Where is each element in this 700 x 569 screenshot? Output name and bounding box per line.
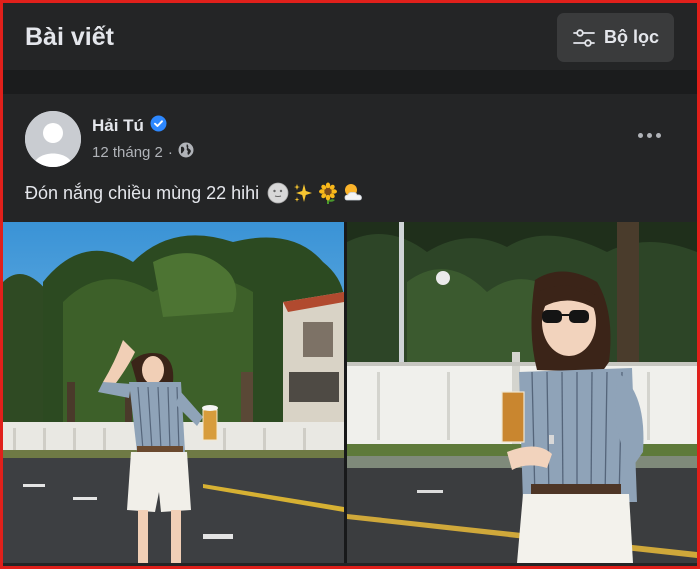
verified-badge-icon xyxy=(150,115,167,137)
more-horizontal-icon xyxy=(637,132,643,138)
page-title: Bài viết xyxy=(25,23,114,51)
post-author: Hải Tú xyxy=(92,115,167,137)
filter-label: Bộ lọc xyxy=(604,27,660,47)
photo-street-waving[interactable] xyxy=(3,222,344,563)
post-date[interactable]: 12 tháng 2 xyxy=(92,144,163,161)
globe-icon xyxy=(178,142,194,162)
photo-street-sunglasses[interactable] xyxy=(347,222,697,563)
post-caption: Đón nắng chiều mùng 22 hihi xyxy=(25,182,364,204)
moon-face-icon xyxy=(267,182,289,204)
more-options-button[interactable] xyxy=(631,120,667,150)
sparkles-icon xyxy=(292,182,314,204)
author-name[interactable]: Hải Tú xyxy=(92,116,144,136)
sun-behind-cloud-icon xyxy=(342,182,364,204)
post-photos xyxy=(3,222,697,563)
filter-button[interactable]: Bộ lọc xyxy=(557,13,674,62)
posts-header: Bài viết Bộ lọc xyxy=(3,3,697,70)
section-divider xyxy=(3,70,697,94)
meta-separator: · xyxy=(167,143,173,161)
caption-text: Đón nắng chiều mùng 22 hihi xyxy=(25,182,260,203)
post-meta: 12 tháng 2 · xyxy=(92,142,194,162)
avatar[interactable] xyxy=(25,111,81,167)
sliders-icon xyxy=(573,28,595,47)
sunflower-icon xyxy=(317,182,339,204)
